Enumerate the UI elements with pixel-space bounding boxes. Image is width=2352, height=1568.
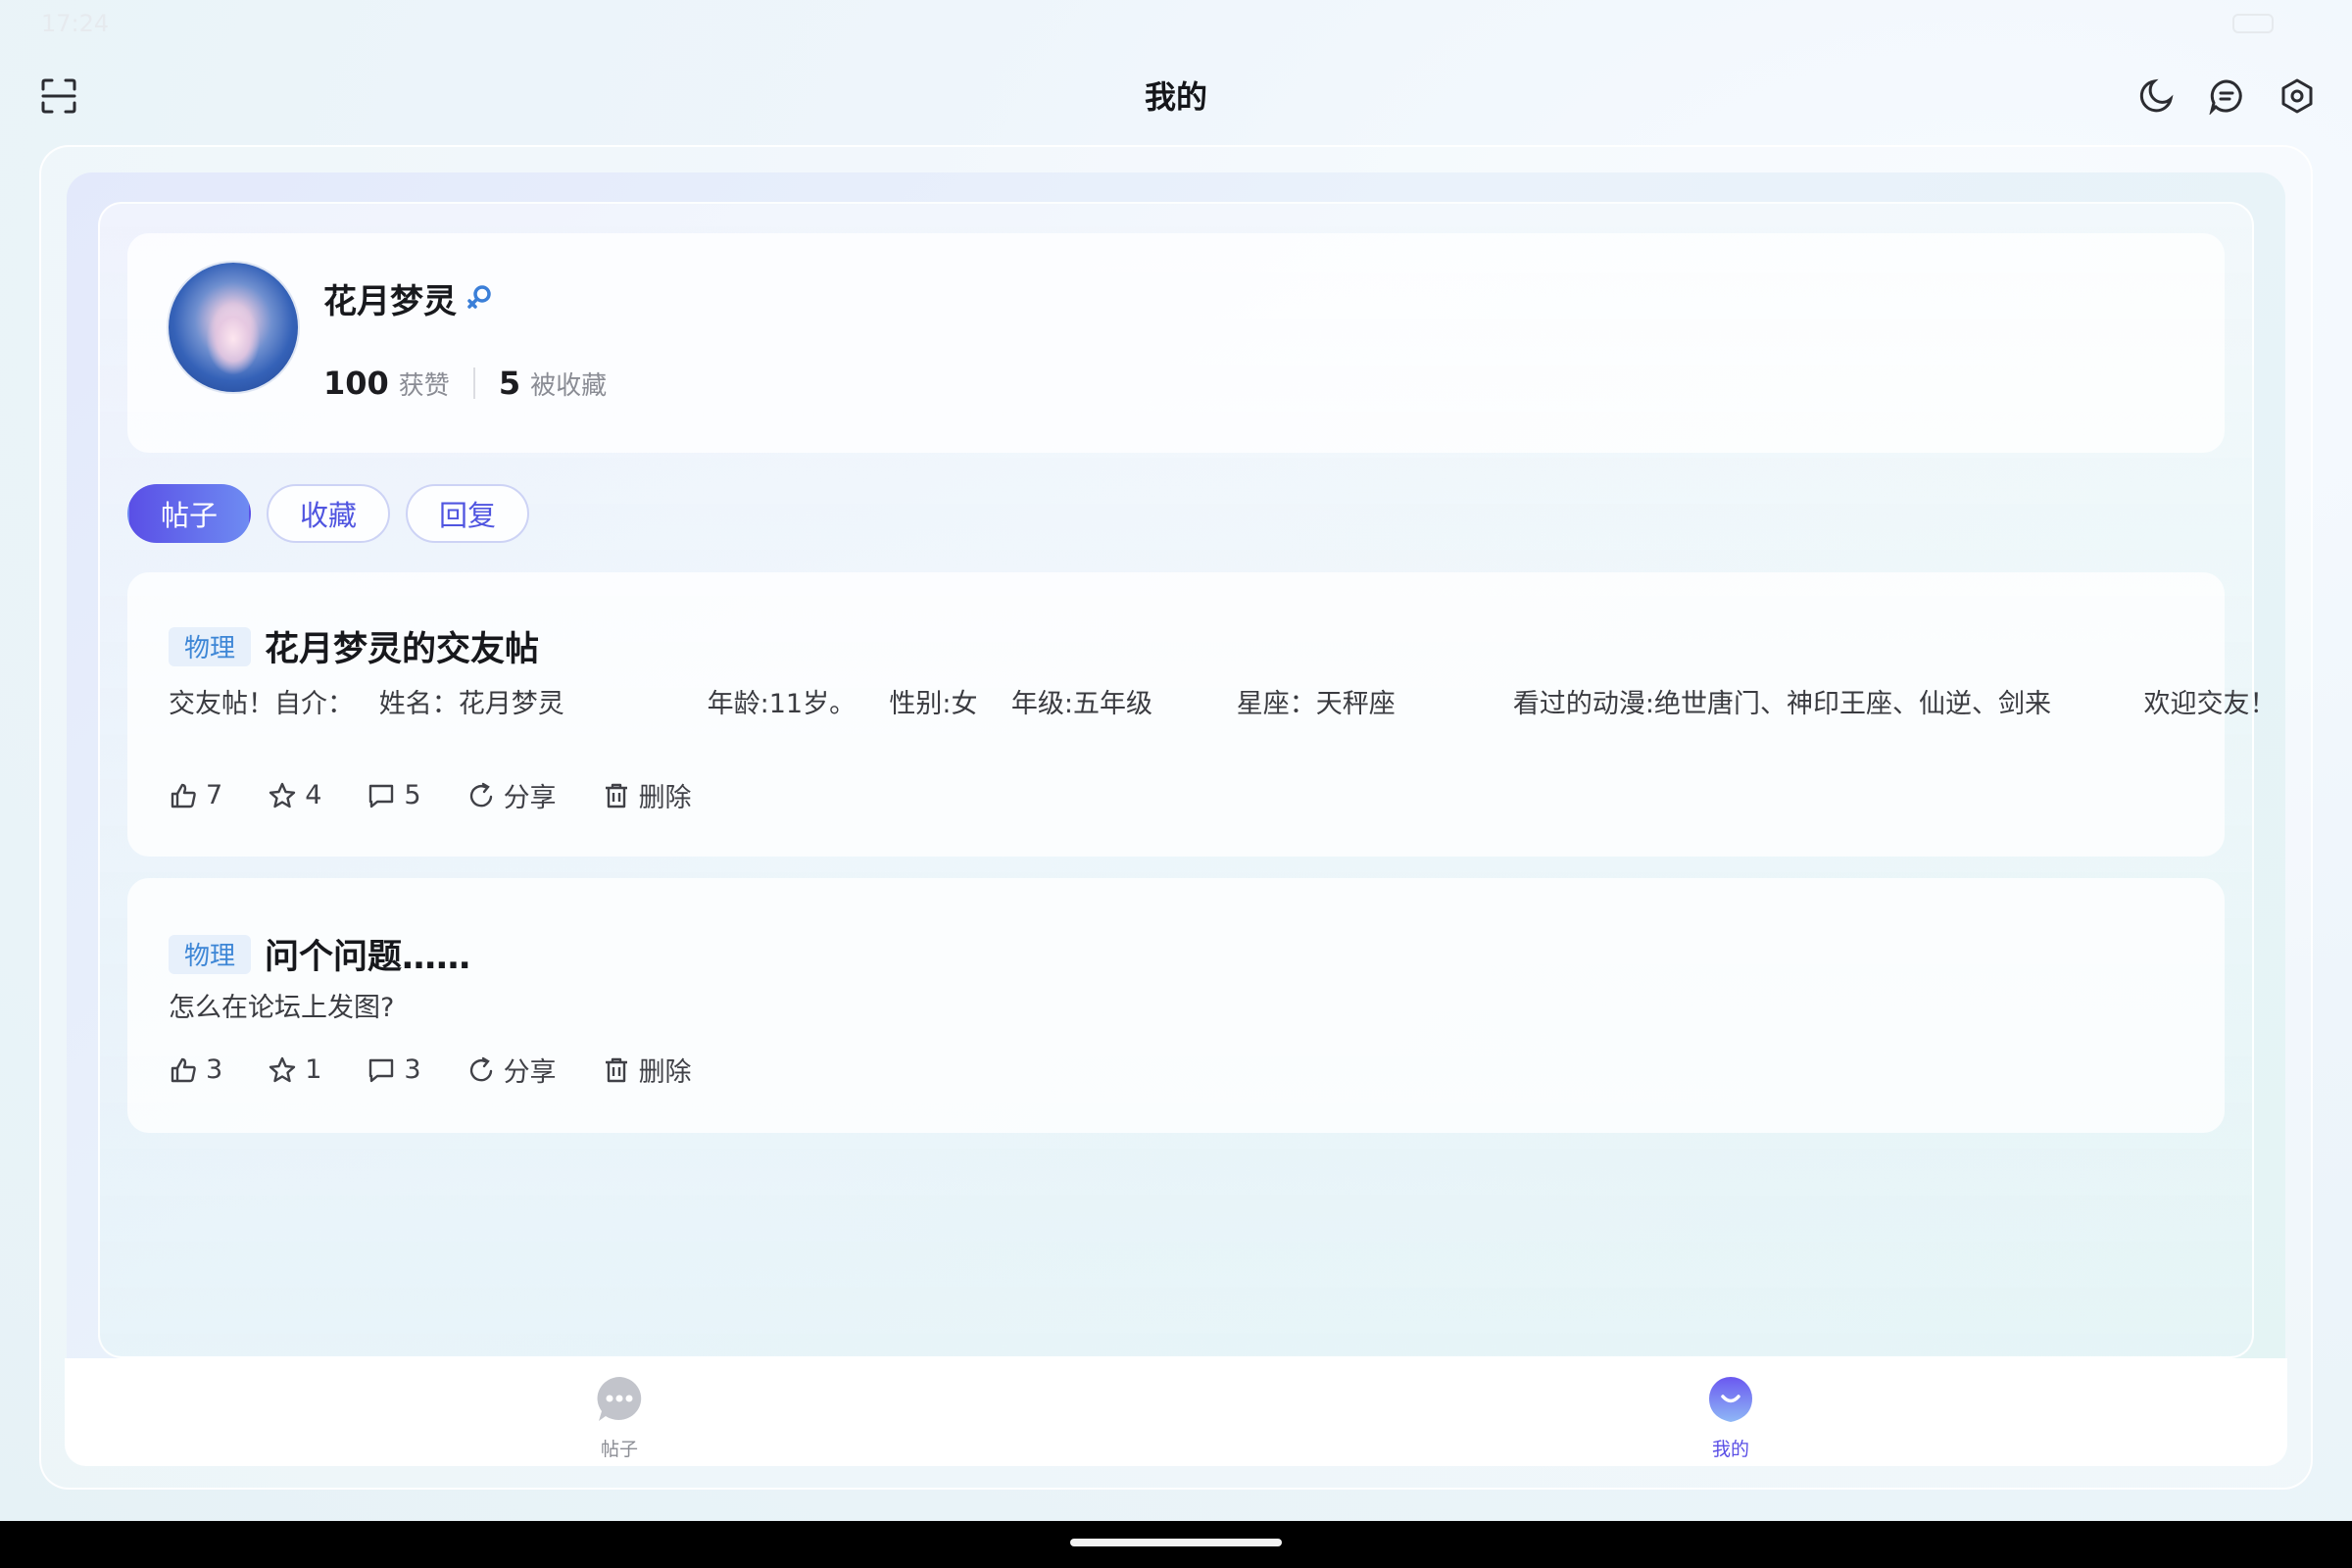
message-icon: [2209, 79, 2242, 115]
post-actions: 3 1 3 分享 删除: [169, 1051, 737, 1089]
chat-bubble-icon: [597, 1377, 642, 1421]
tab-replies[interactable]: 回复: [406, 484, 530, 543]
post-tag[interactable]: 物理: [169, 626, 252, 666]
comment-count: 5: [404, 780, 421, 810]
favorited-label: 被收藏: [530, 370, 608, 401]
comment-button[interactable]: 3: [367, 1054, 421, 1085]
delete-button[interactable]: 删除: [602, 1051, 692, 1089]
stat-divider: [472, 368, 475, 399]
user-name: 花月梦灵: [323, 282, 457, 321]
favorited-count: 5: [498, 365, 521, 402]
dark-mode-button[interactable]: [2136, 74, 2176, 118]
share-label: 分享: [503, 783, 557, 813]
system-nav-bar: [0, 1521, 2352, 1568]
smile-icon: [1709, 1377, 1752, 1422]
nav-mine-label: 我的: [1711, 1439, 1749, 1460]
post-title[interactable]: 花月梦灵的交友帖: [265, 621, 539, 671]
star-count: 4: [305, 780, 322, 810]
page-title: 我的: [1144, 78, 1207, 116]
comment-icon: [369, 784, 394, 808]
content-tabs: 帖子 收藏 回复: [127, 484, 530, 543]
post-body: 怎么在论坛上发图?: [169, 993, 395, 1023]
star-icon: [269, 1056, 296, 1082]
nav-posts[interactable]: 帖子: [561, 1374, 678, 1461]
like-button[interactable]: 7: [169, 780, 222, 810]
delete-label: 删除: [638, 1057, 692, 1088]
post-body: 交友帖！自介： 姓名：花月梦灵 年龄:11岁。 性别:女 年级:五年级 星座：天…: [169, 689, 2277, 719]
tab-posts[interactable]: 帖子: [127, 484, 252, 543]
share-button[interactable]: 分享: [466, 776, 557, 814]
female-icon: [467, 285, 491, 309]
settings-button[interactable]: [2278, 74, 2317, 118]
post-card[interactable]: 物理 花月梦灵的交友帖 交友帖！自介： 姓名：花月梦灵 年龄:11岁。 性别:女…: [127, 572, 2276, 857]
nav-mine[interactable]: 我的: [1672, 1374, 1789, 1461]
battery-icon: [2232, 14, 2274, 33]
nav-posts-label: 帖子: [600, 1439, 638, 1460]
like-icon: [171, 1057, 196, 1082]
bottom-nav: 帖子 我的: [65, 1358, 2287, 1466]
likes-count: 100: [323, 365, 389, 402]
share-button[interactable]: 分享: [466, 1051, 557, 1089]
delete-icon: [605, 783, 627, 808]
like-count: 7: [206, 780, 223, 810]
star-icon: [269, 782, 296, 808]
messages-button[interactable]: [2207, 74, 2246, 118]
top-bar: 我的: [0, 59, 2352, 137]
star-button[interactable]: 4: [268, 780, 321, 810]
tab-favorites[interactable]: 收藏: [267, 484, 391, 543]
post-actions: 7 4 5 分享 删除: [169, 776, 737, 814]
comment-icon: [369, 1058, 394, 1082]
delete-icon: [605, 1057, 627, 1082]
star-button[interactable]: 1: [268, 1054, 321, 1085]
settings-icon: [2281, 78, 2313, 114]
home-indicator[interactable]: [1070, 1539, 1282, 1546]
share-label: 分享: [503, 1057, 557, 1088]
post-card[interactable]: 物理 问个问题…… 怎么在论坛上发图? 3 1 3 分享 删除: [127, 878, 2225, 1133]
like-count: 3: [206, 1054, 223, 1085]
likes-label: 获赞: [398, 370, 450, 401]
post-title[interactable]: 问个问题……: [265, 929, 470, 979]
delete-label: 删除: [638, 783, 692, 813]
moon-icon: [2139, 78, 2174, 113]
comment-button[interactable]: 5: [367, 780, 421, 810]
star-count: 1: [305, 1054, 322, 1085]
share-icon: [469, 782, 492, 807]
share-icon: [469, 1056, 492, 1081]
comment-count: 3: [404, 1054, 421, 1085]
like-icon: [171, 783, 196, 808]
profile-stats: 100 获赞 5 被收藏: [323, 365, 607, 402]
avatar[interactable]: [169, 263, 298, 392]
delete-button[interactable]: 删除: [602, 776, 692, 814]
like-button[interactable]: 3: [169, 1054, 222, 1085]
status-time: 17:24: [41, 10, 110, 37]
profile-card: 花月梦灵 100 获赞 5 被收藏: [127, 233, 2225, 453]
post-tag[interactable]: 物理: [169, 934, 252, 974]
